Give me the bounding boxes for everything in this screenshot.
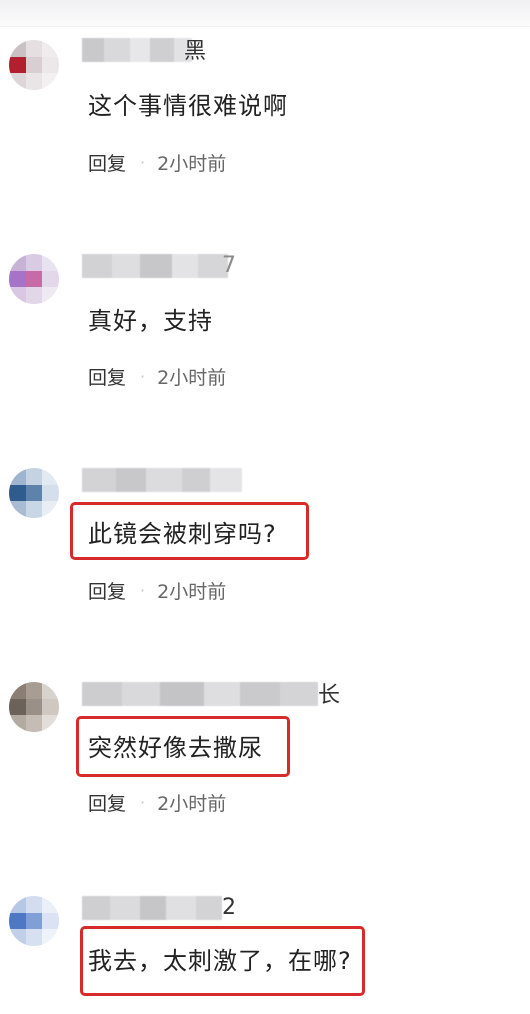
separator-dot: ·	[140, 792, 146, 812]
comment-text: 这个事情很难说啊	[88, 92, 288, 120]
top-edge	[0, 0, 530, 27]
username-blurred[interactable]	[82, 38, 192, 62]
timestamp: 2小时前	[157, 792, 227, 815]
reply-button[interactable]: 回复	[88, 577, 126, 604]
comment-text: 我去，太刺激了，在哪?	[88, 947, 352, 975]
separator-dot: ·	[140, 580, 146, 600]
username-tail: 2	[222, 895, 236, 920]
username-tail: 黑	[184, 39, 206, 64]
separator-dot: ·	[140, 152, 146, 172]
avatar[interactable]	[9, 468, 59, 518]
timestamp: 2小时前	[157, 366, 227, 389]
reply-button[interactable]: 回复	[88, 363, 126, 390]
comment-text: 突然好像去撒尿	[88, 734, 263, 762]
comment-list-screenshot: 黑 这个事情很难说啊 回复 · 2小时前 7 真好，支持 回复 · 2小时前 此…	[0, 0, 530, 1014]
reply-button[interactable]: 回复	[88, 149, 126, 176]
comment-meta: 回复 · 2小时前	[88, 577, 227, 604]
username-blurred[interactable]	[82, 254, 228, 278]
username-tail: 7	[222, 253, 236, 278]
comment-meta: 回复 · 2小时前	[88, 149, 227, 176]
separator-dot: ·	[140, 366, 146, 386]
username-blurred[interactable]	[82, 468, 242, 492]
timestamp: 2小时前	[157, 580, 227, 603]
username-blurred[interactable]	[82, 682, 318, 706]
comment-text: 此镜会被刺穿吗?	[88, 520, 277, 548]
comment-text: 真好，支持	[88, 307, 213, 335]
comment-meta: 回复 · 2小时前	[88, 363, 227, 390]
username-tail: 长	[318, 683, 340, 708]
avatar[interactable]	[9, 896, 59, 946]
comment-meta: 回复 · 2小时前	[88, 789, 227, 816]
reply-button[interactable]: 回复	[88, 789, 126, 816]
timestamp: 2小时前	[157, 152, 227, 175]
avatar[interactable]	[9, 40, 59, 90]
avatar[interactable]	[9, 254, 59, 304]
avatar[interactable]	[9, 682, 59, 732]
username-blurred[interactable]	[82, 896, 222, 920]
